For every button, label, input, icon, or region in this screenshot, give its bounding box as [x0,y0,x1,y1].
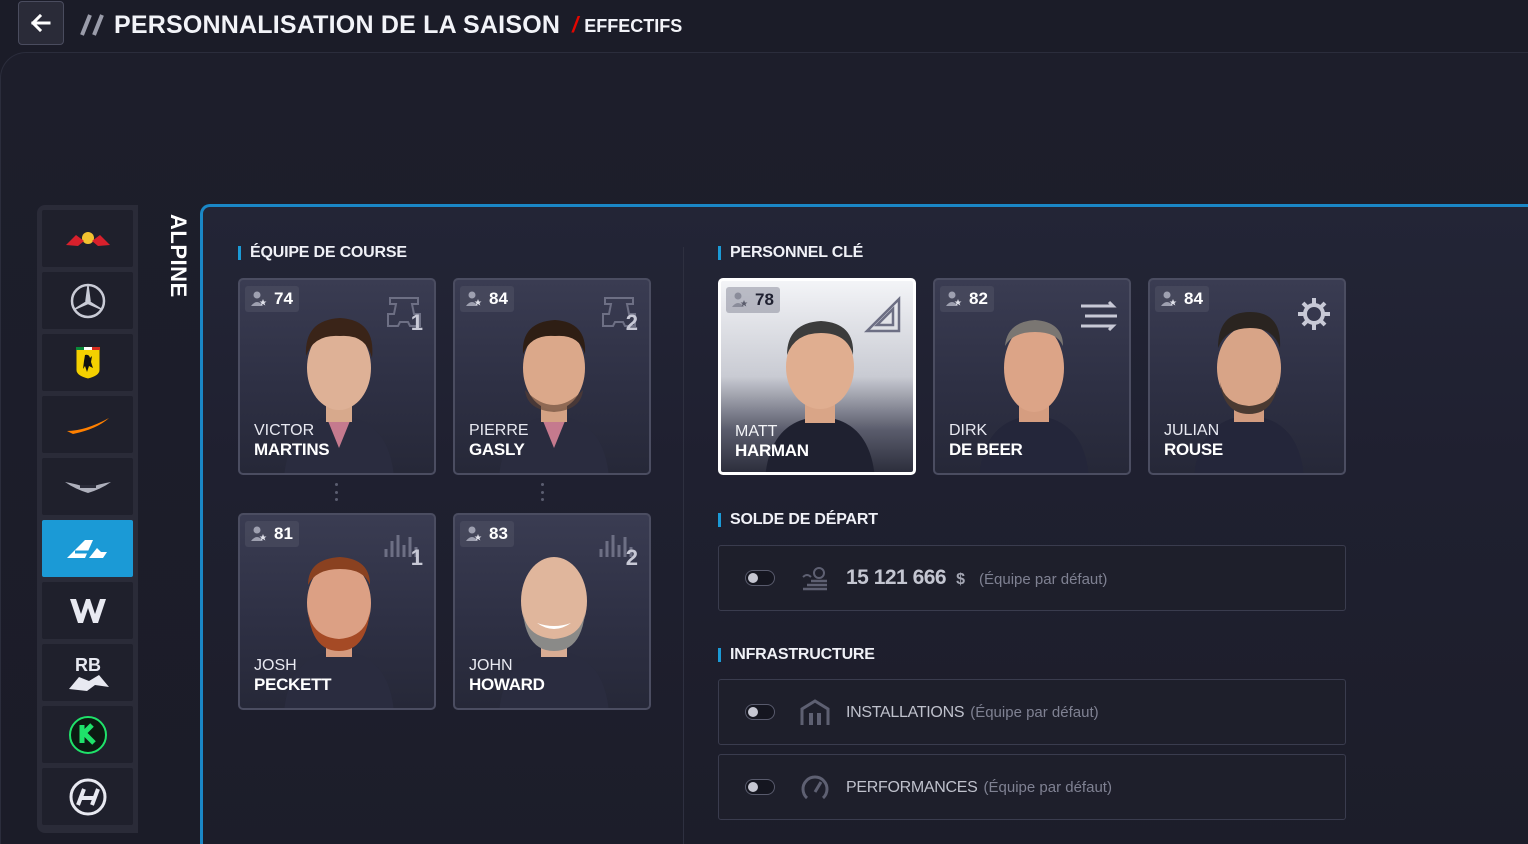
last-name: HARMAN [735,441,809,460]
first-name: JOHN [469,657,513,674]
team-button-racing-bulls[interactable]: RB [42,644,133,701]
infrastructure-title: INFRASTRUCTURE [718,646,875,664]
installations-label: INSTALLATIONS [846,704,965,721]
building-icon [800,699,830,725]
team-button-alpine[interactable] [42,520,133,577]
person-star-icon [251,526,267,541]
first-name: VICTOR [254,422,315,439]
last-name: MARTINS [254,440,330,459]
installations-toggle[interactable] [745,704,775,720]
person-star-icon [466,291,482,306]
red-slash-icon: / [572,12,579,37]
money-icon [802,567,827,591]
person-star-icon [946,291,962,306]
balance-note: (Équipe par défaut) [979,571,1108,588]
driver-card-1[interactable]: 74 1 VICTOR MARTINS [238,278,436,475]
page-header: PERSONNALISATION DE LA SAISON / EFFECTIF… [80,8,682,42]
first-name: MATT [735,423,778,440]
staff-card-aerodynamics[interactable]: 82 DIRK DE BEER [933,278,1131,475]
race-team-title: ÉQUIPE DE COURSE [238,244,407,262]
last-name: ROUSE [1164,440,1223,459]
installations-row: INSTALLATIONS (Équipe par défaut) [718,679,1346,745]
person-star-icon [732,292,748,307]
team-button-williams[interactable] [42,582,133,639]
balance-amount: 15 121 666 [846,566,947,589]
key-staff-title: PERSONNEL CLÉ [718,244,863,262]
performances-note: (Équipe par défaut) [983,779,1112,796]
performances-toggle[interactable] [745,779,775,795]
slashes-icon [80,14,104,36]
ferrari-logo-icon [75,346,100,380]
team-sidebar: RB [37,205,138,833]
red-bull-logo-icon [65,231,110,246]
balance-toggle[interactable] [745,570,775,586]
engineer-card-2[interactable]: 83 2 JOHN HOWARD [453,513,651,710]
alpine-logo-icon [66,539,107,558]
team-button-haas[interactable] [42,768,133,825]
arrow-left-icon [31,14,51,32]
link-dots [335,483,339,501]
staff-card-technical-director[interactable]: 78 MATT HARMAN [718,278,916,475]
team-button-mclaren[interactable] [42,396,133,453]
installations-note: (Équipe par défaut) [970,704,1099,721]
first-name: DIRK [949,422,988,439]
first-name: PIERRE [469,422,529,439]
haas-logo-icon [69,778,106,815]
driver-card-2[interactable]: 84 2 PIERRE GASLY [453,278,651,475]
last-name: PECKETT [254,675,332,694]
first-name: JULIAN [1164,422,1220,439]
page-subtitle: EFFECTIFS [584,16,683,36]
performances-label: PERFORMANCES [846,779,978,796]
last-name: GASLY [469,440,525,459]
person-star-icon [1161,291,1177,306]
mclaren-logo-icon [66,417,109,434]
mercedes-logo-icon [70,283,105,318]
sauber-logo-icon [68,715,107,754]
staff-card-sporting-director[interactable]: 84 JULIAN ROUSE [1148,278,1346,475]
team-button-red-bull[interactable] [42,210,133,267]
team-button-mercedes[interactable] [42,272,133,329]
team-button-sauber[interactable] [42,706,133,763]
performances-row: PERFORMANCES (Équipe par défaut) [718,754,1346,820]
person-star-icon [466,526,482,541]
page-title: PERSONNALISATION DE LA SAISON [114,10,561,39]
balance-row: 15 121 666 $ (Équipe par défaut) [718,545,1346,611]
selected-team-label: ALPINE [166,214,191,298]
link-dots [541,483,545,501]
person-star-icon [251,291,267,306]
first-name: JOSH [254,657,297,674]
speedometer-icon [801,775,829,800]
last-name: DE BEER [949,440,1023,459]
aston-martin-logo-icon [64,481,111,493]
back-button[interactable] [18,1,64,45]
svg-text:RB: RB [75,655,101,675]
balance-title: SOLDE DE DÉPART [718,511,878,529]
team-button-ferrari[interactable] [42,334,133,391]
williams-logo-icon [69,598,106,623]
last-name: HOWARD [469,675,545,694]
team-button-aston-martin[interactable] [42,458,133,515]
racing-bulls-logo-icon: RB [68,655,109,691]
engineer-card-1[interactable]: 81 1 JOSH PECKETT [238,513,436,710]
currency-unit: $ [956,571,966,588]
